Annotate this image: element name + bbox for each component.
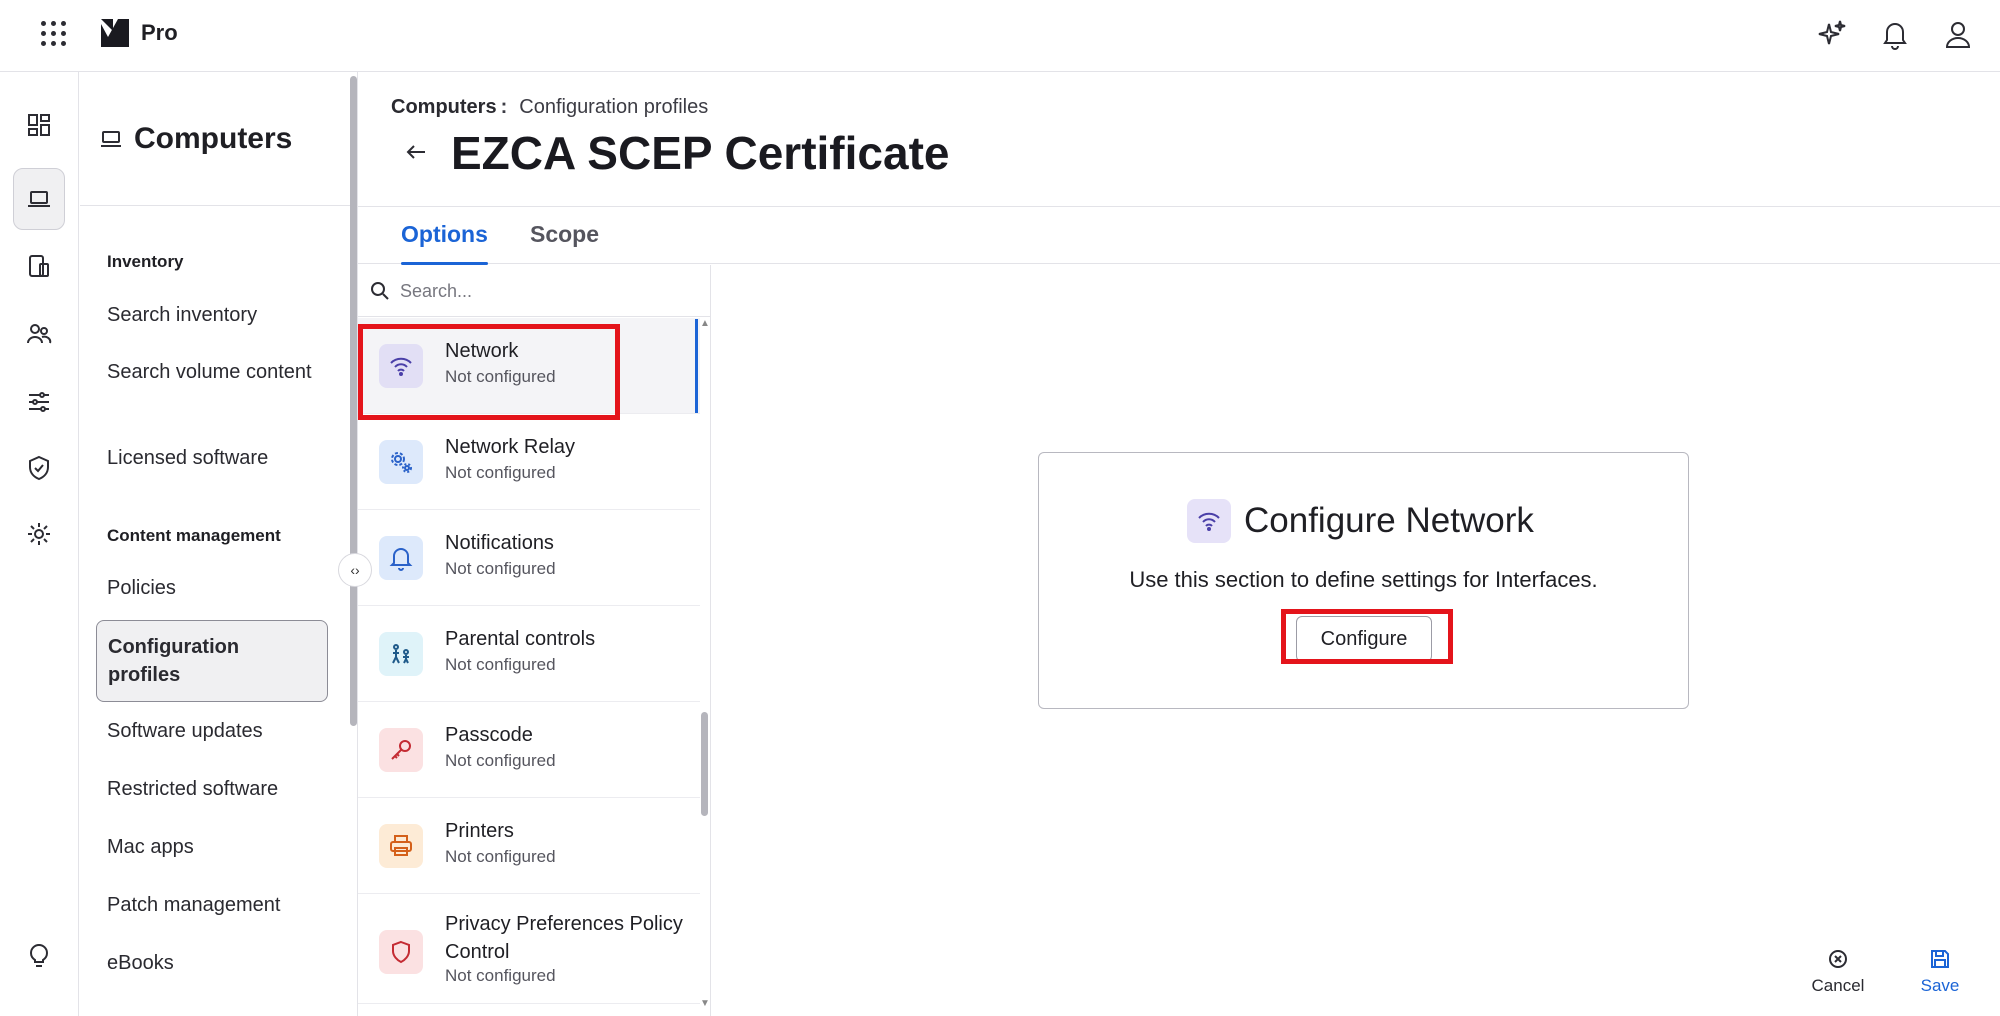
payload-status: Not configured	[445, 655, 556, 674]
user-profile-icon[interactable]	[1942, 18, 1974, 50]
payload-status: Not configured	[445, 463, 556, 482]
tab-options[interactable]: Options	[401, 221, 488, 265]
payload-status: Not configured	[445, 751, 556, 770]
search-input[interactable]	[400, 277, 690, 305]
scroll-down-arrow-icon[interactable]: ▼	[700, 998, 710, 1009]
laptop-icon	[28, 191, 50, 207]
save-floppy-icon	[1931, 950, 1949, 968]
rail-dashboard[interactable]	[13, 99, 65, 151]
bell-icon	[379, 536, 423, 580]
collapse-nav-toggle[interactable]: ‹›	[338, 553, 372, 587]
configure-card: Configure Network Use this section to de…	[1038, 452, 1689, 709]
highlight-configure-button	[1281, 609, 1453, 664]
nav-configuration-profiles[interactable]: Configuration profiles	[96, 620, 328, 702]
nav-ebooks[interactable]: eBooks	[107, 949, 327, 977]
printer-icon	[379, 824, 423, 868]
rail-security[interactable]	[13, 442, 65, 494]
users-icon	[27, 324, 52, 344]
payload-name: Parental controls	[445, 628, 596, 650]
app-launcher-icon[interactable]	[38, 18, 68, 48]
payload-status: Not configured	[445, 847, 556, 866]
shield-check-icon	[29, 455, 49, 481]
nav-search-volume-content[interactable]: Search volume content	[107, 358, 327, 386]
payload-item-printers[interactable]: Printers Not configured	[358, 798, 700, 894]
payload-name: Privacy Preferences Policy Control	[445, 913, 683, 963]
sliders-icon	[29, 392, 49, 412]
rail-users[interactable]	[13, 308, 65, 360]
payload-item-notifications[interactable]: Notifications Not configured	[358, 510, 700, 606]
configure-title: Configure Network	[1244, 501, 1534, 540]
payload-status: Not configured	[445, 966, 556, 985]
configure-description: Use this section to define settings for …	[1129, 567, 1598, 592]
payload-item-network-relay[interactable]: Network Relay Not configured	[358, 414, 700, 510]
top-bar: Pro	[0, 0, 2000, 72]
breadcrumb-current: Configuration profiles	[519, 96, 709, 118]
wifi-icon	[1187, 499, 1231, 543]
rail-settings[interactable]	[13, 508, 65, 560]
tab-scope[interactable]: Scope	[530, 221, 599, 248]
cancel-x-circle-icon	[1829, 950, 1847, 968]
search-icon	[371, 282, 389, 300]
payload-item-passcode[interactable]: Passcode Not configured	[358, 702, 700, 798]
payload-list-scrollbar[interactable]	[701, 712, 708, 816]
save-label: Save	[1920, 976, 1960, 995]
sparkle-ai-icon[interactable]	[1816, 18, 1848, 50]
payload-item-privacy-preferences[interactable]: Privacy Preferences Policy Control Not c…	[358, 894, 700, 1004]
key-icon	[379, 728, 423, 772]
rail-devices[interactable]	[13, 240, 65, 292]
nav-patch-management[interactable]: Patch management	[107, 891, 327, 919]
nav-mac-apps[interactable]: Mac apps	[107, 833, 327, 861]
notification-bell-icon[interactable]	[1879, 18, 1911, 50]
secnav-title: Computers	[134, 122, 293, 155]
laptop-icon	[101, 131, 121, 147]
payload-status: Not configured	[445, 559, 556, 578]
rail-computers[interactable]	[13, 168, 65, 230]
nav-software-updates[interactable]: Software updates	[107, 717, 327, 745]
breadcrumb: Computers: Configuration profiles	[391, 96, 708, 119]
highlight-network-item	[358, 324, 620, 420]
page-title: EZCA SCEP Certificate	[451, 127, 950, 179]
rail-settings-sliders[interactable]	[13, 376, 65, 428]
code-brackets-icon: ‹›	[350, 562, 360, 578]
cancel-button[interactable]: Cancel	[1808, 948, 1868, 996]
payload-item-parental-controls[interactable]: Parental controls Not configured	[358, 606, 700, 702]
scroll-up-arrow-icon[interactable]: ▲	[700, 318, 710, 329]
left-rail	[0, 72, 79, 1016]
breadcrumb-parent[interactable]: Computers	[391, 96, 497, 118]
section-content-management: Content management	[107, 526, 281, 545]
nav-search-inventory[interactable]: Search inventory	[107, 301, 327, 329]
breadcrumb-separator: :	[500, 96, 508, 118]
shield-icon	[379, 930, 423, 974]
gear-icon	[28, 523, 50, 545]
lightbulb-icon	[29, 944, 49, 967]
section-inventory: Inventory	[107, 252, 184, 271]
secnav-scrollbar[interactable]	[350, 76, 357, 726]
cancel-label: Cancel	[1811, 976, 1865, 995]
payload-name: Network Relay	[445, 436, 576, 458]
family-icon	[379, 632, 423, 676]
back-arrow-icon[interactable]	[402, 138, 430, 166]
tabs-bar: Options Scope	[358, 206, 2000, 265]
nav-restricted-software[interactable]: Restricted software	[107, 775, 327, 803]
dashboard-icon	[28, 114, 50, 136]
nav-policies[interactable]: Policies	[107, 574, 327, 602]
payload-name: Passcode	[445, 724, 533, 746]
devices-icon	[29, 255, 49, 277]
payload-search	[358, 265, 710, 317]
secnav-header: Computers	[80, 72, 357, 206]
gears-icon	[379, 440, 423, 484]
secondary-nav: Computers Inventory Search inventory Sea…	[80, 72, 358, 1016]
rail-tips[interactable]	[13, 930, 65, 982]
product-name: Pro	[141, 20, 178, 45]
selected-indicator	[695, 319, 698, 413]
payload-name: Printers	[445, 820, 514, 842]
nav-licensed-software[interactable]: Licensed software	[107, 444, 327, 472]
brand-logo-icon	[101, 19, 129, 47]
payload-name: Notifications	[445, 532, 554, 554]
save-button[interactable]: Save	[1915, 948, 1965, 996]
